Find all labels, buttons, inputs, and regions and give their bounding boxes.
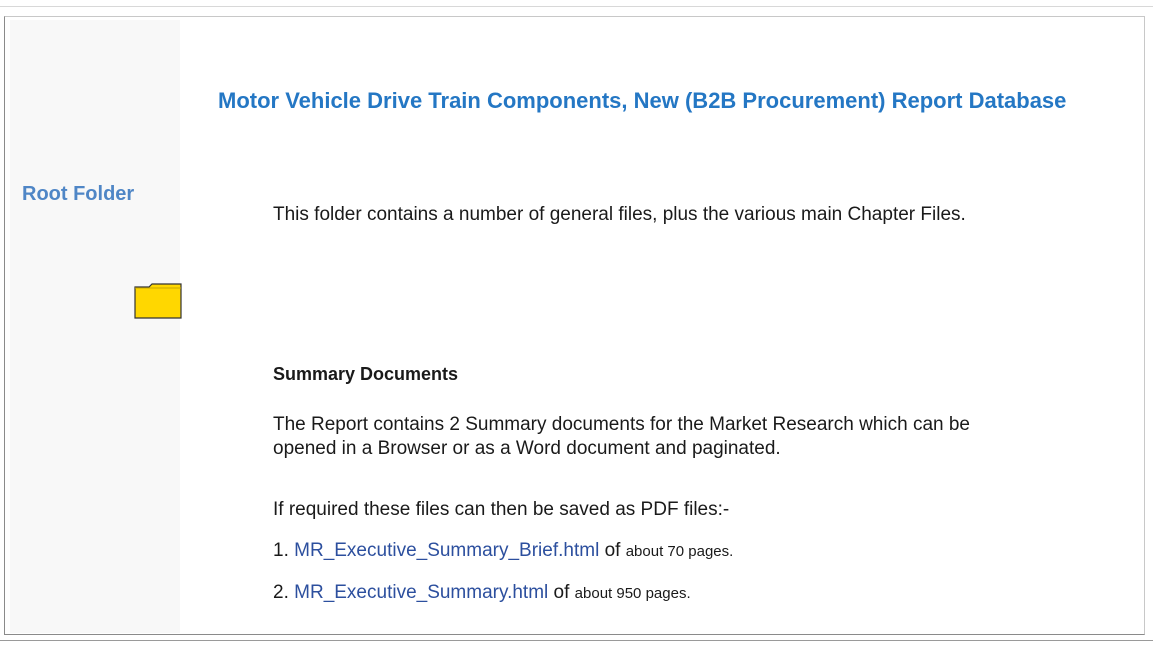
list-item: 2. MR_Executive_Summary.html of about 95… bbox=[273, 582, 691, 604]
pages-prefix: of bbox=[553, 582, 570, 603]
pdf-note: If required these files can then be save… bbox=[273, 499, 730, 520]
summary-description: The Report contains 2 Summary documents … bbox=[273, 414, 970, 459]
bottom-divider bbox=[0, 640, 1153, 641]
page-title: Motor Vehicle Drive Train Components, Ne… bbox=[218, 88, 1067, 113]
page-count: about 950 pages. bbox=[574, 585, 691, 602]
main-content: Motor Vehicle Drive Train Components, Ne… bbox=[218, 86, 1118, 116]
list-item: 1. MR_Executive_Summary_Brief.html of ab… bbox=[273, 540, 733, 562]
folder-icon bbox=[134, 283, 182, 319]
executive-summary-link[interactable]: MR_Executive_Summary.html bbox=[294, 582, 548, 603]
page-frame: Root Folder Motor Vehicle Drive Train Co… bbox=[0, 0, 1153, 647]
list-number: 2. bbox=[273, 582, 289, 603]
pages-prefix: of bbox=[604, 540, 621, 561]
root-folder-label: Root Folder bbox=[22, 183, 135, 205]
list-number: 1. bbox=[273, 540, 289, 561]
top-divider bbox=[0, 6, 1153, 7]
page-count: about 70 pages. bbox=[625, 543, 734, 560]
executive-summary-brief-link[interactable]: MR_Executive_Summary_Brief.html bbox=[294, 540, 599, 561]
summary-documents-heading: Summary Documents bbox=[273, 364, 459, 384]
sidebar: Root Folder bbox=[10, 20, 182, 633]
folder-description: This folder contains a number of general… bbox=[273, 204, 966, 225]
